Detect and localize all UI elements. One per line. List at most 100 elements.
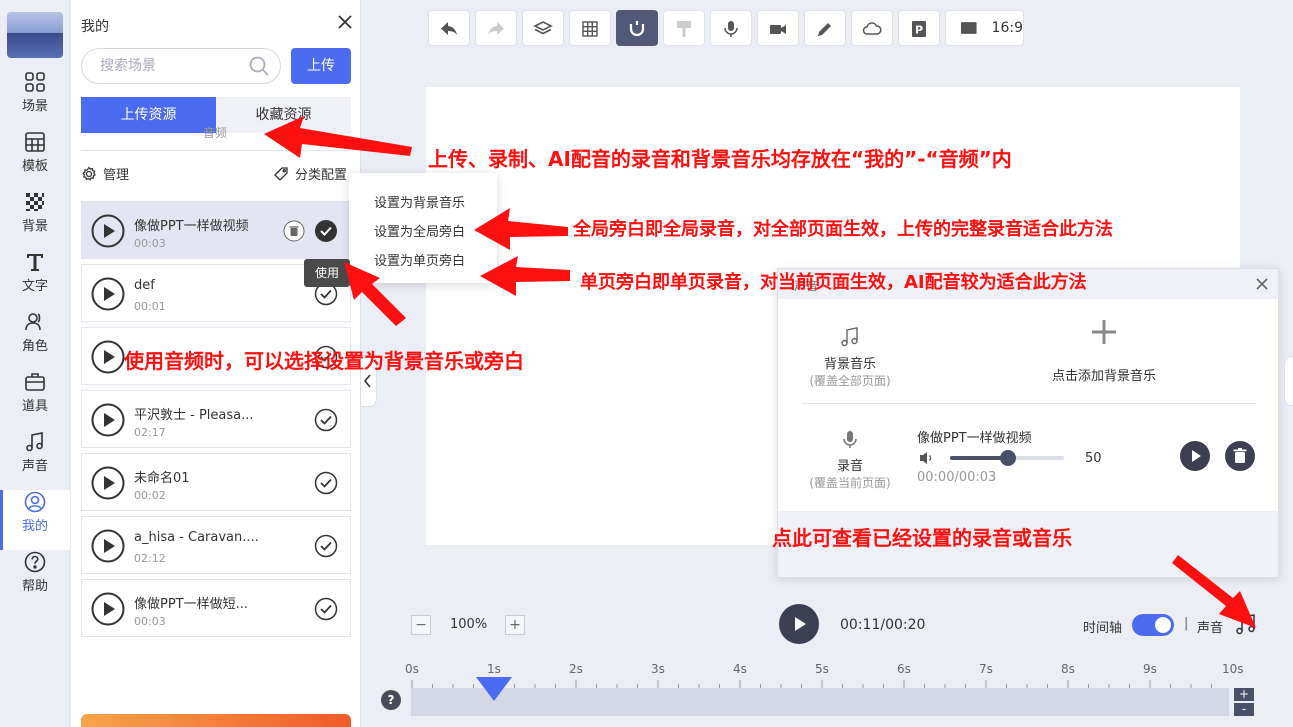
nav-item-sound[interactable]: 声音 <box>0 430 70 490</box>
cloud-button[interactable] <box>851 10 893 46</box>
play-icon[interactable] <box>91 592 125 626</box>
close-icon[interactable] <box>1255 277 1269 291</box>
timeline-zoom-in[interactable]: + <box>1234 688 1254 701</box>
nav-label: 角色 <box>21 339 48 354</box>
upload-button[interactable]: 上传 <box>291 48 351 84</box>
camera-icon <box>770 25 786 34</box>
tick-label: 1s <box>487 662 501 676</box>
audio-row[interactable]: a_hisa - Caravan.... 02:12 <box>81 516 351 574</box>
check-circle-icon[interactable] <box>314 219 338 243</box>
nav-label: 帮助 <box>21 579 48 594</box>
play-button[interactable] <box>779 604 819 644</box>
timeline-track[interactable] <box>411 688 1229 716</box>
grid-icon <box>25 72 45 92</box>
nav-label: 模板 <box>21 159 48 174</box>
menu-set-page-narration[interactable]: 设置为单页旁白 <box>374 250 465 269</box>
nav-item-props[interactable]: 道具 <box>0 370 70 430</box>
subtab-audio[interactable]: 音频 <box>203 124 227 141</box>
search-icon[interactable] <box>248 55 270 77</box>
play-icon[interactable] <box>91 214 125 248</box>
nav-item-text[interactable]: 文字 <box>0 250 70 310</box>
tick-label: 4s <box>733 662 747 676</box>
zoom-out-button[interactable]: − <box>411 615 431 635</box>
close-icon[interactable] <box>336 13 354 31</box>
menu-set-global-narration[interactable]: 设置为全局旁白 <box>374 221 465 240</box>
add-bg-music-label: 点击添加背景音乐 <box>1051 369 1156 384</box>
check-circle-icon[interactable] <box>314 597 338 621</box>
check-circle-icon[interactable] <box>314 534 338 558</box>
use-tooltip: 使用 <box>304 259 350 287</box>
audio-row[interactable]: 像做PPT一样做短... 00:03 <box>81 579 351 637</box>
manage-button[interactable]: 管理 <box>81 164 129 183</box>
classify-button[interactable]: 分类配置 <box>273 164 347 183</box>
music-note-icon[interactable] <box>1235 612 1257 636</box>
timeline-help-button[interactable]: ? <box>381 690 401 710</box>
add-bg-music-button[interactable]: 点击添加背景音乐 <box>1018 317 1190 384</box>
promo-banner[interactable] <box>81 714 351 727</box>
nav-item-scene[interactable]: 场景 <box>0 70 70 130</box>
undo-button[interactable] <box>428 10 470 46</box>
expand-right-button[interactable] <box>1284 356 1293 406</box>
nav-item-template[interactable]: 模板 <box>0 130 70 190</box>
app-logo[interactable] <box>7 12 63 58</box>
p-button[interactable]: P <box>898 10 940 46</box>
audio-context-menu: 设置为背景音乐 设置为全局旁白 设置为单页旁白 <box>349 173 497 283</box>
screen-icon <box>960 22 977 34</box>
playback-time: 00:11/00:20 <box>840 617 926 633</box>
trash-icon[interactable] <box>283 220 305 242</box>
nav-item-mine[interactable]: 我的 <box>0 490 70 550</box>
audio-name: a_hisa - Caravan.... <box>134 530 259 545</box>
menu-set-bg-music[interactable]: 设置为背景音乐 <box>374 192 465 211</box>
camera-button[interactable] <box>757 10 799 46</box>
paint-button[interactable] <box>663 10 705 46</box>
play-icon[interactable] <box>91 340 125 374</box>
search-input[interactable] <box>100 49 250 83</box>
redo-button[interactable] <box>475 10 517 46</box>
user-circle-icon <box>24 491 46 513</box>
play-icon[interactable] <box>1180 441 1210 471</box>
grid-button[interactable] <box>569 10 611 46</box>
audio-duration: 00:01 <box>134 300 166 313</box>
audio-name: 未命名01 <box>134 471 190 486</box>
check-circle-icon[interactable] <box>314 471 338 495</box>
annotation-global-narration: 全局旁白即全局录音，对全部页面生效，上传的完整录音适合此方法 <box>573 219 1113 240</box>
zoom-in-button[interactable]: + <box>505 615 525 635</box>
p-icon: P <box>912 21 926 37</box>
audio-duration: 00:02 <box>134 489 166 502</box>
annotation-storage: 上传、录制、AI配音的录音和背景音乐均存放在“我的”-“音频”内 <box>428 147 1012 171</box>
trash-icon[interactable] <box>1225 441 1255 471</box>
nav-item-role[interactable]: 角色 <box>0 310 70 370</box>
play-icon[interactable] <box>91 403 125 437</box>
play-icon[interactable] <box>91 277 125 311</box>
record-label: 录音 <box>836 459 863 474</box>
volume-knob[interactable] <box>1000 450 1016 466</box>
audio-row[interactable]: 平沢敦士 - Pleasa... 02:17 <box>81 390 351 448</box>
play-icon[interactable] <box>91 466 125 500</box>
record-sub: (覆盖当前页面) <box>809 476 891 490</box>
nav-item-background[interactable]: 背景 <box>0 190 70 250</box>
classify-label: 分类配置 <box>295 168 348 183</box>
audio-row[interactable]: 像做PPT一样做视频 00:03 <box>81 201 351 259</box>
play-icon[interactable] <box>91 529 125 563</box>
annotation-sound-button: 点此可查看已经设置的录音或音乐 <box>772 526 1072 550</box>
ratio-button[interactable]: 16:9 <box>945 10 1024 46</box>
audio-name: def <box>134 278 155 293</box>
timeline-zoom-out[interactable]: - <box>1234 703 1254 716</box>
layers-button[interactable] <box>522 10 564 46</box>
timeline-toggle[interactable] <box>1132 614 1174 636</box>
playhead[interactable] <box>475 677 513 701</box>
nav-label: 声音 <box>21 459 48 474</box>
audio-row[interactable]: 未命名01 00:02 <box>81 453 351 511</box>
nav-item-help[interactable]: 帮助 <box>0 550 70 610</box>
manage-label: 管理 <box>103 168 130 183</box>
tab-favorite-resources[interactable]: 收藏资源 <box>216 97 351 133</box>
nav-label: 场景 <box>21 99 48 114</box>
tab-upload-resources[interactable]: 上传资源 <box>81 97 216 133</box>
volume-icon[interactable] <box>918 450 936 466</box>
pen-button[interactable] <box>804 10 846 46</box>
magnet-button[interactable] <box>616 10 658 46</box>
check-circle-icon[interactable] <box>314 408 338 432</box>
pen-icon <box>818 23 831 36</box>
mic-button[interactable] <box>710 10 752 46</box>
magnet-icon <box>629 21 645 37</box>
